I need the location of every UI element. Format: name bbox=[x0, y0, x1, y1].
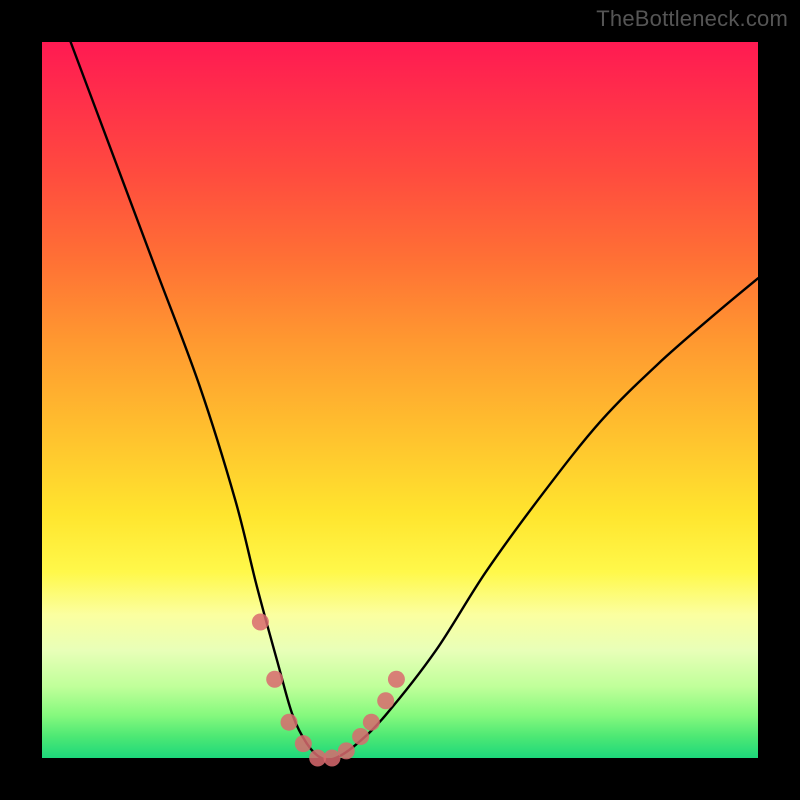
plot-area bbox=[42, 42, 758, 758]
highlight-point bbox=[266, 671, 283, 688]
bottleneck-curve bbox=[71, 42, 758, 760]
highlight-point bbox=[363, 714, 380, 731]
highlight-point bbox=[352, 728, 369, 745]
highlight-point bbox=[295, 735, 312, 752]
highlight-point bbox=[388, 671, 405, 688]
highlight-point bbox=[338, 742, 355, 759]
chart-frame: TheBottleneck.com bbox=[0, 0, 800, 800]
watermark-text: TheBottleneck.com bbox=[596, 6, 788, 32]
highlight-point-group bbox=[252, 613, 405, 766]
highlight-point bbox=[281, 714, 298, 731]
highlight-point bbox=[252, 613, 269, 630]
highlight-point bbox=[377, 692, 394, 709]
